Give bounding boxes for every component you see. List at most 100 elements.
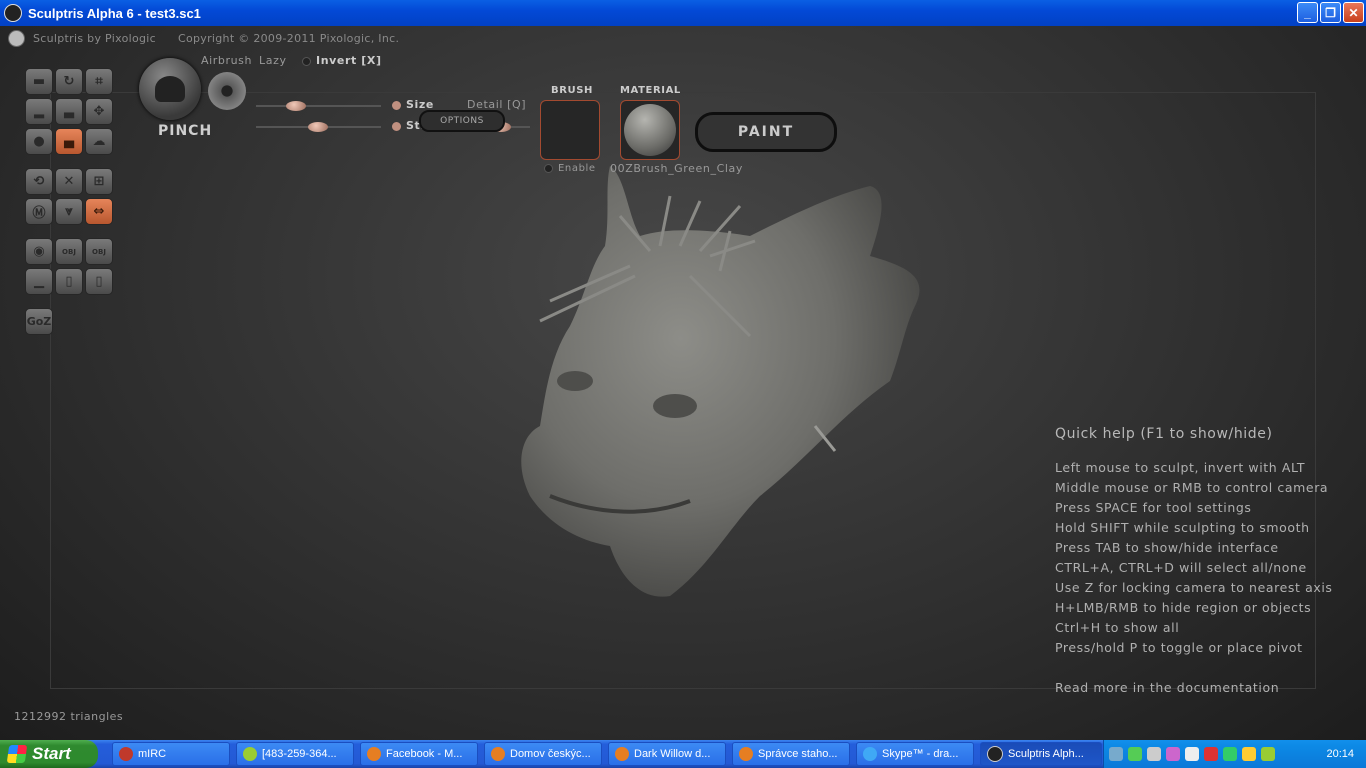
- clock[interactable]: 20:14: [1326, 748, 1354, 760]
- size-slider-handle[interactable]: [286, 101, 306, 111]
- sculpt-model[interactable]: [510, 156, 940, 606]
- brand-label: Sculptris by Pixologic: [33, 32, 156, 45]
- strength-slider[interactable]: [256, 122, 381, 132]
- scale-tool-icon[interactable]: ⌗: [85, 68, 113, 95]
- rotate-tool-icon[interactable]: ↻: [55, 68, 83, 95]
- firefox-icon: [491, 747, 505, 761]
- mirc-icon: [119, 747, 133, 761]
- options-button[interactable]: OPTIONS: [419, 110, 505, 132]
- task-label: Dark Willow d...: [634, 748, 711, 760]
- symmetry-icon[interactable]: ⟲: [25, 168, 53, 195]
- tray-app-icon[interactable]: [1242, 747, 1256, 761]
- tray-back-icon[interactable]: [1109, 747, 1123, 761]
- import-obj-label: OBJ: [62, 247, 76, 256]
- tool-name: PINCH: [158, 123, 213, 139]
- help-line: Middle mouse or RMB to control camera: [1055, 480, 1329, 495]
- taskbar-item-downloads[interactable]: Správce staho...: [732, 742, 850, 766]
- quick-help-panel: Quick help (F1 to show/hide) Left mouse …: [1055, 426, 1333, 700]
- airbrush-alpha-icon[interactable]: [208, 72, 246, 110]
- taskbar-item-skype[interactable]: Skype™ - dra...: [856, 742, 974, 766]
- help-line: Left mouse to sculpt, invert with ALT: [1055, 460, 1306, 475]
- import-obj-button[interactable]: OBJ: [55, 238, 83, 265]
- help-line: Ctrl+H to show all: [1055, 620, 1180, 635]
- size-slider[interactable]: [256, 101, 381, 111]
- taskbar-item-domov[interactable]: Domov českýc...: [484, 742, 602, 766]
- taskbar-item-dark-willow[interactable]: Dark Willow d...: [608, 742, 726, 766]
- start-button[interactable]: Start: [0, 740, 98, 768]
- size-radio-icon: [392, 100, 401, 110]
- invert-toggle[interactable]: Invert [X]: [302, 54, 382, 67]
- brush-texture-slot[interactable]: [540, 100, 600, 160]
- tray-app-icon[interactable]: [1128, 747, 1142, 761]
- paint-button[interactable]: PAINT: [695, 112, 837, 152]
- wireframe-icon[interactable]: ✕: [55, 168, 83, 195]
- draw-tool-icon[interactable]: ▬: [25, 68, 53, 95]
- brush-panel: PINCH Airbrush Lazy Invert [X] Size Stre…: [130, 54, 840, 175]
- task-label: Sculptris Alph...: [1008, 748, 1084, 760]
- smooth-tool-icon[interactable]: ☁: [85, 128, 113, 155]
- window-titlebar: Sculptris Alpha 6 - test3.sc1 _ ❐ ✕: [0, 0, 1366, 26]
- firefox-icon: [739, 747, 753, 761]
- firefox-icon: [367, 747, 381, 761]
- save-file-icon[interactable]: ▯: [85, 268, 113, 295]
- pinch-tool-icon[interactable]: [139, 58, 201, 120]
- start-label: Start: [32, 744, 71, 763]
- skype-icon: [863, 747, 877, 761]
- left-eye: [557, 371, 593, 391]
- open-file-icon[interactable]: ▯: [55, 268, 83, 295]
- enable-radio-icon: [544, 163, 553, 173]
- sculptris-workspace[interactable]: Sculptris by Pixologic Copyright © 2009-…: [0, 26, 1366, 740]
- invert-label: Invert [X]: [316, 54, 382, 67]
- tray-app-icon[interactable]: [1185, 747, 1199, 761]
- tray-signal-icon[interactable]: [1261, 747, 1275, 761]
- grab-tool-icon[interactable]: ✥: [85, 98, 113, 125]
- taskbar-item-teamviewer[interactable]: [483-259-364...: [236, 742, 354, 766]
- enable-label: Enable: [558, 163, 596, 174]
- strength-slider-handle[interactable]: [308, 122, 328, 132]
- help-line: H+LMB/RMB to hide region or objects: [1055, 600, 1312, 615]
- help-line: Press TAB to show/hide interface: [1055, 540, 1279, 555]
- help-line: Press/hold P to toggle or place pivot: [1055, 640, 1303, 655]
- mirror-icon[interactable]: ⇔: [85, 198, 113, 225]
- export-obj-button[interactable]: OBJ: [85, 238, 113, 265]
- enable-toggle[interactable]: Enable: [544, 163, 596, 174]
- airbrush-label[interactable]: Airbrush: [201, 54, 252, 67]
- quick-help-title: Quick help (F1 to show/hide): [1055, 426, 1273, 442]
- task-label: Skype™ - dra...: [882, 748, 959, 760]
- mask-icon[interactable]: Ⓜ: [25, 198, 53, 225]
- windows-logo-icon: [6, 745, 28, 763]
- task-label: Správce staho...: [758, 748, 838, 760]
- firefox-icon: [615, 747, 629, 761]
- tray-antivirus-icon[interactable]: [1204, 747, 1218, 761]
- close-button[interactable]: ✕: [1343, 2, 1364, 23]
- new-plane-icon[interactable]: ▁: [25, 268, 53, 295]
- maximize-button[interactable]: ❐: [1320, 2, 1341, 23]
- window-title: Sculptris Alpha 6 - test3.sc1: [28, 5, 201, 21]
- app-header: Sculptris by Pixologic Copyright © 2009-…: [8, 30, 399, 47]
- subdivide-icon[interactable]: ⩔: [55, 198, 83, 225]
- documentation-link[interactable]: Read more in the documentation: [1055, 680, 1333, 700]
- tray-app-icon[interactable]: [1223, 747, 1237, 761]
- material-header: MATERIAL: [620, 85, 681, 96]
- invert-radio-icon: [302, 56, 311, 66]
- grid-icon[interactable]: ⊞: [85, 168, 113, 195]
- help-line: Press SPACE for tool settings: [1055, 500, 1252, 515]
- taskbar-item-facebook[interactable]: Facebook - M...: [360, 742, 478, 766]
- taskbar-item-mirc[interactable]: mIRC: [112, 742, 230, 766]
- minimize-button[interactable]: _: [1297, 2, 1318, 23]
- crease-tool-icon[interactable]: ●: [25, 128, 53, 155]
- goz-button[interactable]: GoZ: [25, 308, 53, 335]
- strength-radio-icon: [392, 121, 401, 131]
- inflate-tool-icon[interactable]: ▃: [55, 98, 83, 125]
- tray-network-icon[interactable]: [1147, 747, 1161, 761]
- pinch-tool-button[interactable]: ▄: [55, 128, 83, 155]
- help-line: Use Z for locking camera to nearest axis: [1055, 580, 1333, 595]
- material-slot[interactable]: [620, 100, 680, 160]
- right-eye: [653, 394, 697, 418]
- new-sphere-icon[interactable]: ◉: [25, 238, 53, 265]
- taskbar-item-sculptris[interactable]: Sculptris Alph...: [980, 742, 1102, 766]
- flatten-tool-icon[interactable]: ▂: [25, 98, 53, 125]
- tray-app-icon[interactable]: [1166, 747, 1180, 761]
- copyright-label: Copyright © 2009-2011 Pixologic, Inc.: [177, 32, 400, 45]
- lazy-label[interactable]: Lazy: [259, 54, 287, 67]
